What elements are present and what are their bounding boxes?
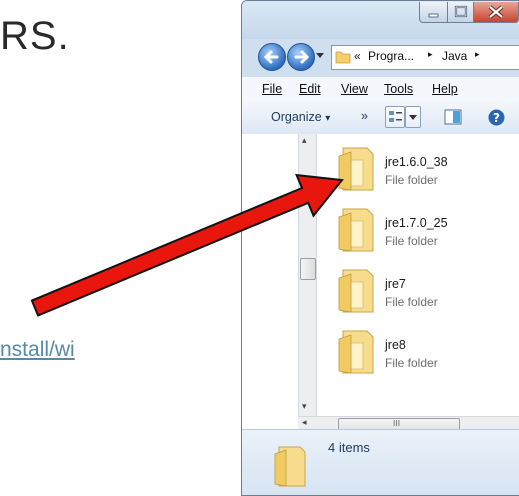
red-arrow-annotation	[30, 173, 344, 317]
red-arrow-shape	[30, 173, 344, 317]
